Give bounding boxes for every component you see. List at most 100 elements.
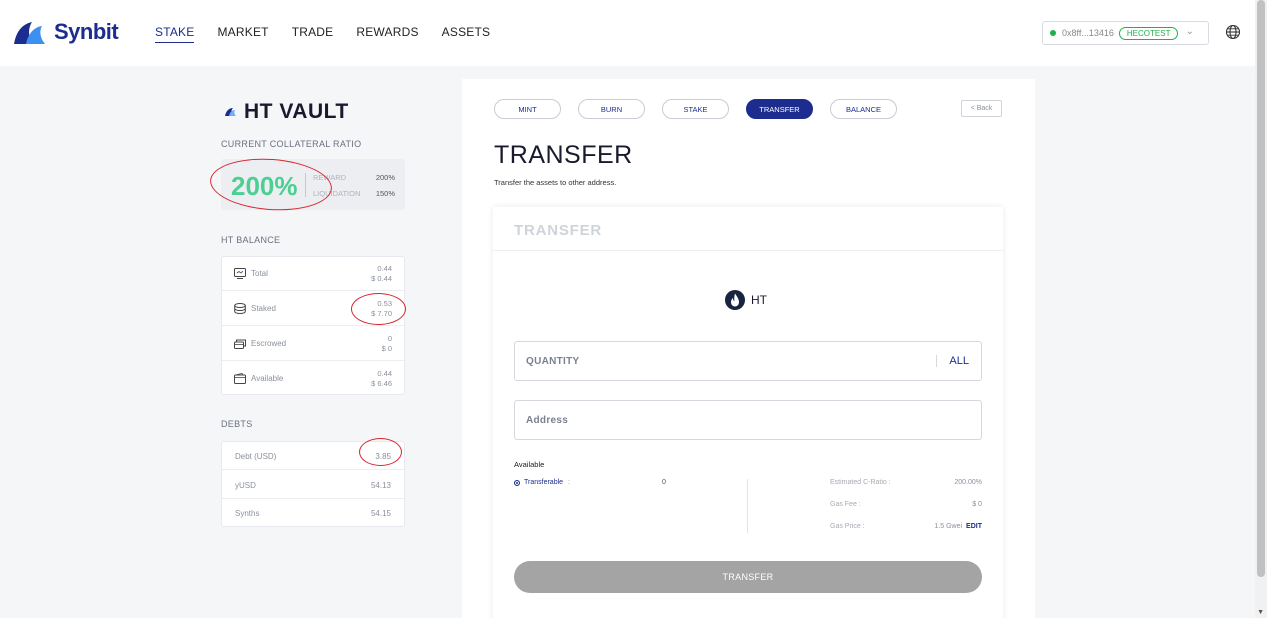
max-all-button[interactable]: ALL — [936, 355, 969, 367]
gas-price-row: Gas Price : 1.5 Gwei EDIT — [830, 523, 982, 530]
gas-price-group: 1.5 Gwei EDIT — [934, 523, 982, 530]
wallet-icon — [234, 373, 246, 384]
balance-row-escrowed: Escrowed 0 $ 0 — [222, 327, 404, 361]
scrollbar-thumb[interactable] — [1257, 0, 1265, 577]
info-divider — [747, 479, 748, 533]
nav-rewards[interactable]: REWARDS — [356, 25, 418, 43]
quantity-input[interactable]: QUANTITY ALL — [514, 341, 982, 381]
vault-title-text: HT VAULT — [244, 100, 349, 123]
debt-row-yusd: yUSD 54.13 — [222, 471, 404, 499]
edit-gas-link[interactable]: EDIT — [966, 523, 982, 530]
balance-value-staked: 0.53 $ 7.70 — [371, 299, 392, 319]
debt-value: 3.85 — [375, 452, 391, 461]
balance-value-escrowed: 0 $ 0 — [382, 334, 392, 354]
debt-row-synths: Synths 54.15 — [222, 499, 404, 527]
brand-name: Synbit — [54, 19, 119, 44]
balance-value-total: 0.44 $ 0.44 — [371, 264, 392, 284]
globe-icon[interactable] — [1225, 24, 1241, 40]
token-selector: HT — [725, 290, 767, 310]
ratio-divider — [305, 173, 306, 197]
scroll-down-icon[interactable]: ▼ — [1257, 609, 1264, 616]
nav-stake[interactable]: STAKE — [155, 25, 195, 43]
balance-amount: 0.53 — [377, 299, 392, 308]
tab-burn[interactable]: BURN — [578, 99, 645, 119]
chevron-down-icon: ⌄ — [1185, 26, 1194, 37]
balance-label-available: Available — [251, 374, 284, 383]
transfer-form-card: TRANSFER HT QUANTITY ALL Address Availab… — [493, 207, 1003, 618]
balance-usd: $ 6.46 — [371, 379, 392, 388]
tab-stake[interactable]: STAKE — [662, 99, 729, 119]
collateral-ratio-box: 200% REWARD 200% LIQUIDATION 150% — [221, 159, 405, 210]
balance-row-total: Total 0.44 $ 0.44 — [222, 257, 404, 291]
gas-price-value: 1.5 Gwei — [934, 523, 963, 530]
radio-selected-icon[interactable] — [514, 479, 520, 486]
balance-amount: 0.44 — [377, 369, 392, 378]
balance-amount: 0.44 — [377, 264, 392, 273]
nav-assets[interactable]: ASSETS — [442, 25, 491, 43]
reward-label: REWARD — [313, 173, 347, 182]
est-ratio-label: Estimated C-Ratio : — [830, 479, 891, 486]
balance-usd: $ 7.70 — [371, 309, 392, 318]
liquidation-ratio-row: LIQUIDATION 150% — [313, 189, 395, 198]
balance-usd: $ 0.44 — [371, 274, 392, 283]
balance-row-available: Available 0.44 $ 6.46 — [222, 362, 404, 396]
back-button[interactable]: < Back — [961, 100, 1002, 117]
balance-usd: $ 0 — [381, 344, 392, 353]
available-label: Available — [514, 460, 545, 469]
balance-row-staked: Staked 0.53 $ 7.70 — [222, 292, 404, 326]
nav-market[interactable]: MARKET — [217, 25, 268, 43]
wallet-address: 0x8ff...13416 — [1062, 28, 1114, 38]
est-ratio-row: Estimated C-Ratio : 200.00% — [830, 479, 982, 486]
monitor-icon — [234, 268, 246, 279]
balance-amount: 0 — [387, 334, 392, 343]
ht-vault-icon — [225, 108, 236, 116]
balance-label-escrowed: Escrowed — [251, 339, 287, 348]
ht-balance-card: Total 0.44 $ 0.44 Staked 0.53 $ 7.70 Escro… — [221, 256, 405, 395]
connection-status-dot — [1050, 30, 1056, 36]
tab-mint[interactable]: MINT — [494, 99, 561, 119]
tab-balance[interactable]: BALANCE — [830, 99, 897, 119]
debt-label: yUSD — [235, 481, 256, 490]
debts-label: DEBTS — [221, 419, 253, 429]
token-name: HT — [751, 293, 767, 307]
balance-label-total: Total — [251, 269, 268, 278]
brand-logo[interactable]: Synbit — [12, 18, 119, 46]
page-description: Transfer the assets to other address. — [494, 178, 617, 187]
tab-transfer[interactable]: TRANSFER — [746, 99, 813, 119]
balance-value-available: 0.44 $ 6.46 — [371, 369, 392, 389]
liquidation-label: LIQUIDATION — [313, 189, 361, 198]
debt-value: 54.13 — [370, 481, 391, 490]
wallet-selector[interactable]: 0x8ff...13416 HECOTEST ⌄ — [1042, 21, 1209, 45]
main-nav: STAKE MARKET TRADE REWARDS ASSETS — [155, 25, 513, 43]
synbit-logo-icon — [14, 22, 45, 44]
database-icon — [234, 303, 246, 314]
ht-token-icon — [725, 290, 745, 310]
gas-fee-row: Gas Fee : $ 0 — [830, 501, 982, 508]
vault-title: HT VAULT — [225, 100, 349, 124]
network-badge: HECOTEST — [1118, 26, 1179, 40]
transferable-value: 0 — [662, 479, 666, 486]
form-header: TRANSFER — [493, 207, 1003, 251]
page-title: TRANSFER — [494, 141, 633, 169]
debt-label: Debt (USD) — [235, 452, 277, 461]
address-label: Address — [526, 415, 569, 426]
gas-price-label: Gas Price : — [830, 523, 865, 530]
transferable-colon: : — [568, 479, 570, 486]
est-ratio-value: 200.00% — [954, 479, 982, 486]
liquidation-value: 150% — [375, 189, 395, 198]
transfer-submit-button[interactable]: TRANSFER — [514, 561, 982, 593]
debts-card: Debt (USD) 3.85 yUSD 54.13 Synths 54.15 — [221, 441, 405, 527]
transfer-panel: MINT BURN STAKE TRANSFER BALANCE < Back … — [462, 79, 1035, 618]
page-scrollbar[interactable]: ▼ — [1255, 0, 1267, 618]
address-input[interactable]: Address — [514, 400, 982, 440]
ht-balance-label: HT BALANCE — [221, 235, 281, 245]
transferable-option[interactable]: Transferable : — [514, 479, 570, 486]
nav-trade[interactable]: TRADE — [292, 25, 334, 43]
quantity-label: QUANTITY — [526, 356, 580, 367]
transferable-label: Transferable — [524, 479, 564, 486]
collateral-ratio-value: 200% — [231, 171, 298, 201]
collateral-ratio-label: CURRENT COLLATERAL RATIO — [221, 139, 362, 149]
gas-fee-label: Gas Fee : — [830, 501, 861, 508]
debt-row-usd: Debt (USD) 3.85 — [222, 442, 404, 470]
cards-icon — [234, 339, 246, 349]
